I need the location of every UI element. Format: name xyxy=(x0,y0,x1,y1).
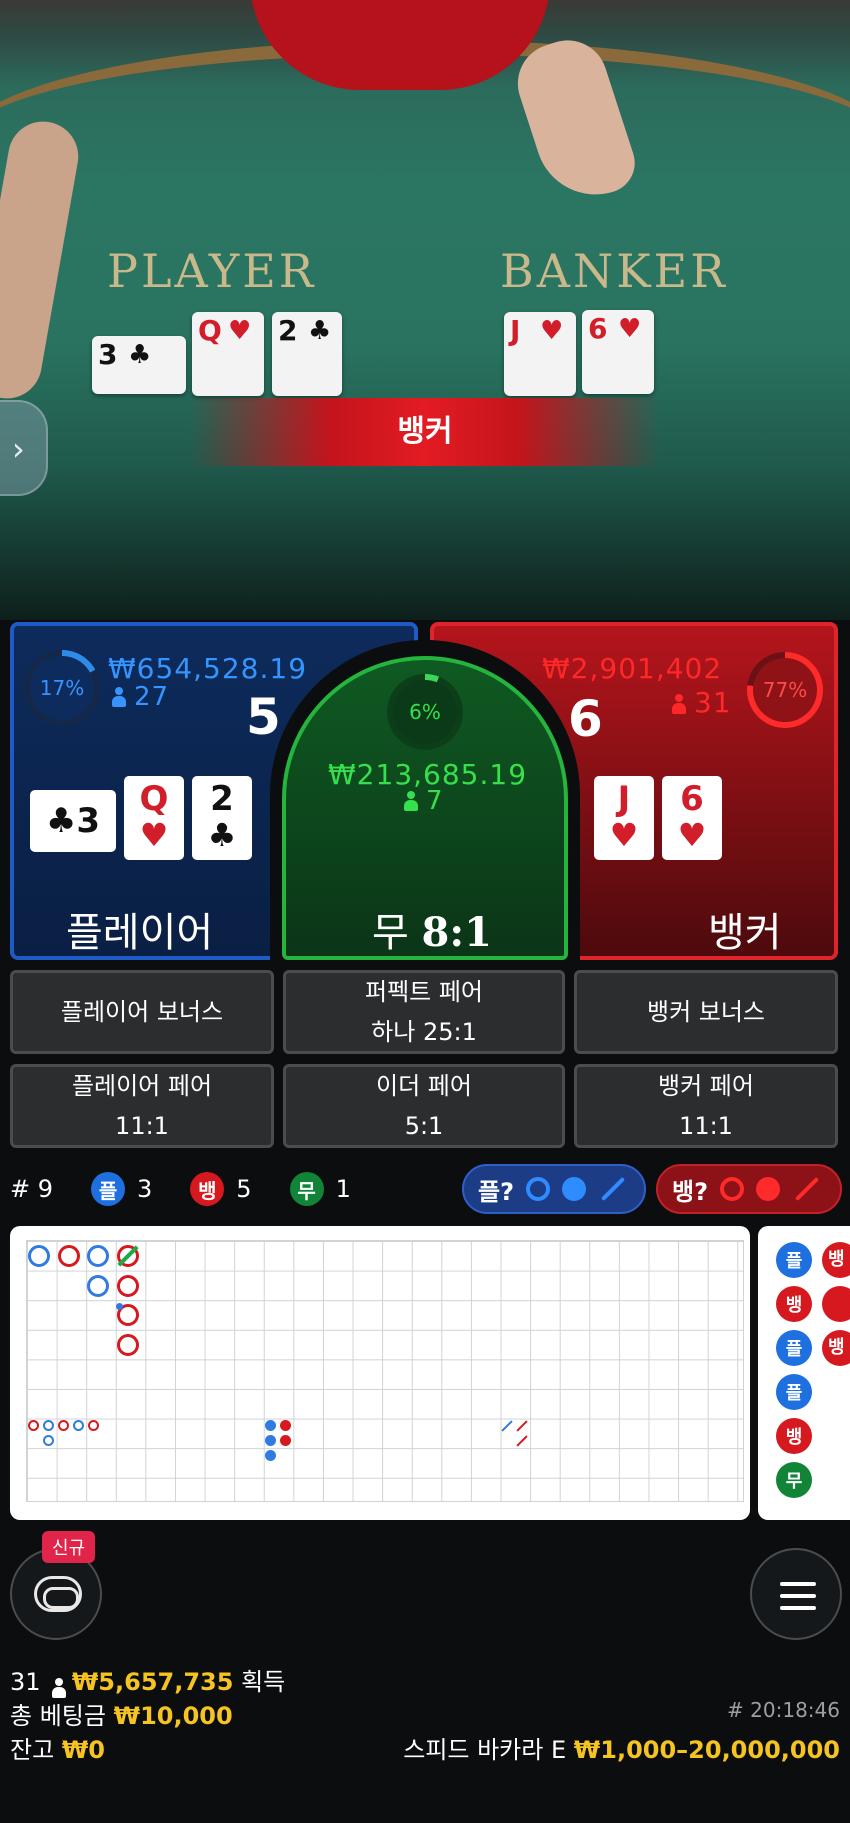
bead-player: 플 xyxy=(776,1242,812,1278)
banker-wins-stat: 뱅5 xyxy=(190,1172,252,1206)
round-number: # 9 xyxy=(10,1175,54,1203)
bead-tie: 무 xyxy=(776,1462,812,1498)
player-percent-ring: 17% xyxy=(24,650,100,726)
bead-banker: 뱅 xyxy=(776,1418,812,1454)
person-icon xyxy=(404,791,418,811)
banker-label: 뱅커 xyxy=(708,910,782,956)
bead-player: 플 xyxy=(776,1374,812,1410)
big-eye-banker xyxy=(28,1420,39,1431)
player-card-1: ♣3 xyxy=(30,790,116,852)
big-road-banker xyxy=(117,1334,139,1356)
banker-pair-button[interactable]: 뱅커 페어 11:1 xyxy=(574,1064,838,1148)
hollow-circle-icon xyxy=(720,1177,745,1201)
bead-road-column: 플 뱅 플 플 뱅 무 xyxy=(776,1242,812,1506)
player-bet-total: ₩654,528.19 xyxy=(108,652,308,685)
big-road-banker xyxy=(58,1245,80,1267)
small-road-player xyxy=(265,1420,276,1431)
player-label: 플레이어 xyxy=(66,910,214,956)
player-pair-button[interactable]: 플레이어 페어 11:1 xyxy=(10,1064,274,1148)
big-eye-banker xyxy=(58,1420,69,1431)
big-eye-player xyxy=(43,1435,54,1446)
small-road-banker xyxy=(280,1435,291,1446)
small-road-banker xyxy=(280,1420,291,1431)
small-road-player xyxy=(265,1435,276,1446)
live-video: PLAYER BANKER 3 ♣ Q ♥ 2 ♣ J ♥ 6 ♥ 뱅커 xyxy=(0,0,850,620)
banker-score: 6 xyxy=(568,690,603,748)
scoreboard-roads[interactable] xyxy=(10,1226,750,1520)
person-icon xyxy=(52,1678,67,1698)
chevron-right-icon: › xyxy=(12,430,25,468)
felt-player-card-3: 2 ♣ xyxy=(272,312,342,396)
menu-button[interactable] xyxy=(750,1548,842,1640)
chat-icon xyxy=(34,1576,82,1612)
person-icon xyxy=(112,687,126,707)
balance: 잔고 ₩0 xyxy=(10,1736,105,1764)
new-badge: 신규 xyxy=(42,1531,96,1563)
winners-summary: 31 ₩5,657,735 획득 xyxy=(10,1668,286,1698)
felt-player-card-2: Q ♥ xyxy=(192,312,264,396)
tie-percent: 6% xyxy=(409,700,441,724)
banker-percent: 77% xyxy=(762,678,808,702)
big-road-player xyxy=(87,1245,109,1267)
person-icon xyxy=(672,694,686,714)
big-road-player xyxy=(28,1245,50,1267)
big-eye-player xyxy=(73,1420,84,1431)
banker-card-2: 6 ♥ xyxy=(662,776,722,860)
player-wins-stat: 플3 xyxy=(91,1172,152,1206)
tie-label: 무 8:1 xyxy=(372,909,492,956)
slash-icon xyxy=(794,1176,820,1202)
felt-banker-card-2: 6 ♥ xyxy=(582,310,654,394)
tie-percent-ring: 6% xyxy=(387,674,463,750)
felt-banker-card-1: J ♥ xyxy=(504,312,576,396)
round-id: # 20:18:46 xyxy=(727,1698,840,1722)
tie-bettor-count: 7 xyxy=(404,786,444,816)
table-info: 스피드 바카라 E ₩1,000–20,000,000 xyxy=(403,1736,840,1764)
small-road-player xyxy=(265,1450,276,1461)
banker-bonus-button[interactable]: 뱅커 보너스 xyxy=(574,970,838,1054)
player-card-2: Q ♥ xyxy=(124,776,184,860)
banker-bettor-count: 31 xyxy=(672,686,732,719)
side-panel-toggle[interactable]: › xyxy=(0,400,48,496)
filled-circle-icon xyxy=(562,1177,587,1201)
bead-player: 플 xyxy=(776,1330,812,1366)
total-bet: 총 베팅금 ₩10,000 xyxy=(10,1702,233,1730)
banker-bet-total: ₩2,901,402 xyxy=(542,652,723,685)
felt-player-label: PLAYER xyxy=(107,244,317,298)
bead-road[interactable]: 플 뱅 플 플 뱅 무 뱅 뱅 xyxy=(758,1226,850,1520)
dealer-arm xyxy=(0,116,84,404)
banker-percent-ring: 77% xyxy=(747,652,823,728)
banker-ask-button[interactable]: 뱅? xyxy=(656,1164,842,1214)
player-score: 5 xyxy=(246,688,281,746)
bead-banker: 뱅 xyxy=(822,1330,850,1366)
player-card-3: 2 ♣ xyxy=(192,776,252,860)
tie-wins-stat: 무1 xyxy=(289,1172,351,1206)
felt-banker-label: BANKER xyxy=(500,244,728,298)
filled-circle-icon xyxy=(756,1177,781,1201)
bead-banker: 뱅 xyxy=(776,1286,812,1322)
player-pair-mark xyxy=(116,1303,123,1310)
big-road-banker xyxy=(117,1275,139,1297)
big-eye-player xyxy=(43,1420,54,1431)
bead-banker: 뱅 xyxy=(822,1242,850,1278)
bead-banker xyxy=(822,1286,850,1322)
perfect-pair-button[interactable]: 퍼펙트 페어 하나 25:1 xyxy=(283,970,565,1054)
hollow-circle-icon xyxy=(526,1177,551,1201)
player-bettor-count: 27 xyxy=(112,682,169,712)
result-banner: 뱅커 xyxy=(190,398,660,466)
banker-card-1: J ♥ xyxy=(594,776,654,860)
result-text: 뱅커 xyxy=(397,414,453,449)
round-stats: # 9 플3 뱅5 무1 xyxy=(10,1168,389,1210)
player-percent: 17% xyxy=(39,676,85,700)
slash-icon xyxy=(600,1176,626,1202)
either-pair-button[interactable]: 이더 페어 5:1 xyxy=(283,1064,565,1148)
big-eye-banker xyxy=(88,1420,99,1431)
player-ask-button[interactable]: 플? xyxy=(462,1164,646,1214)
felt-player-card-1: 3 ♣ xyxy=(92,336,186,394)
player-bonus-button[interactable]: 플레이어 보너스 xyxy=(10,970,274,1054)
big-road-player xyxy=(87,1275,109,1297)
